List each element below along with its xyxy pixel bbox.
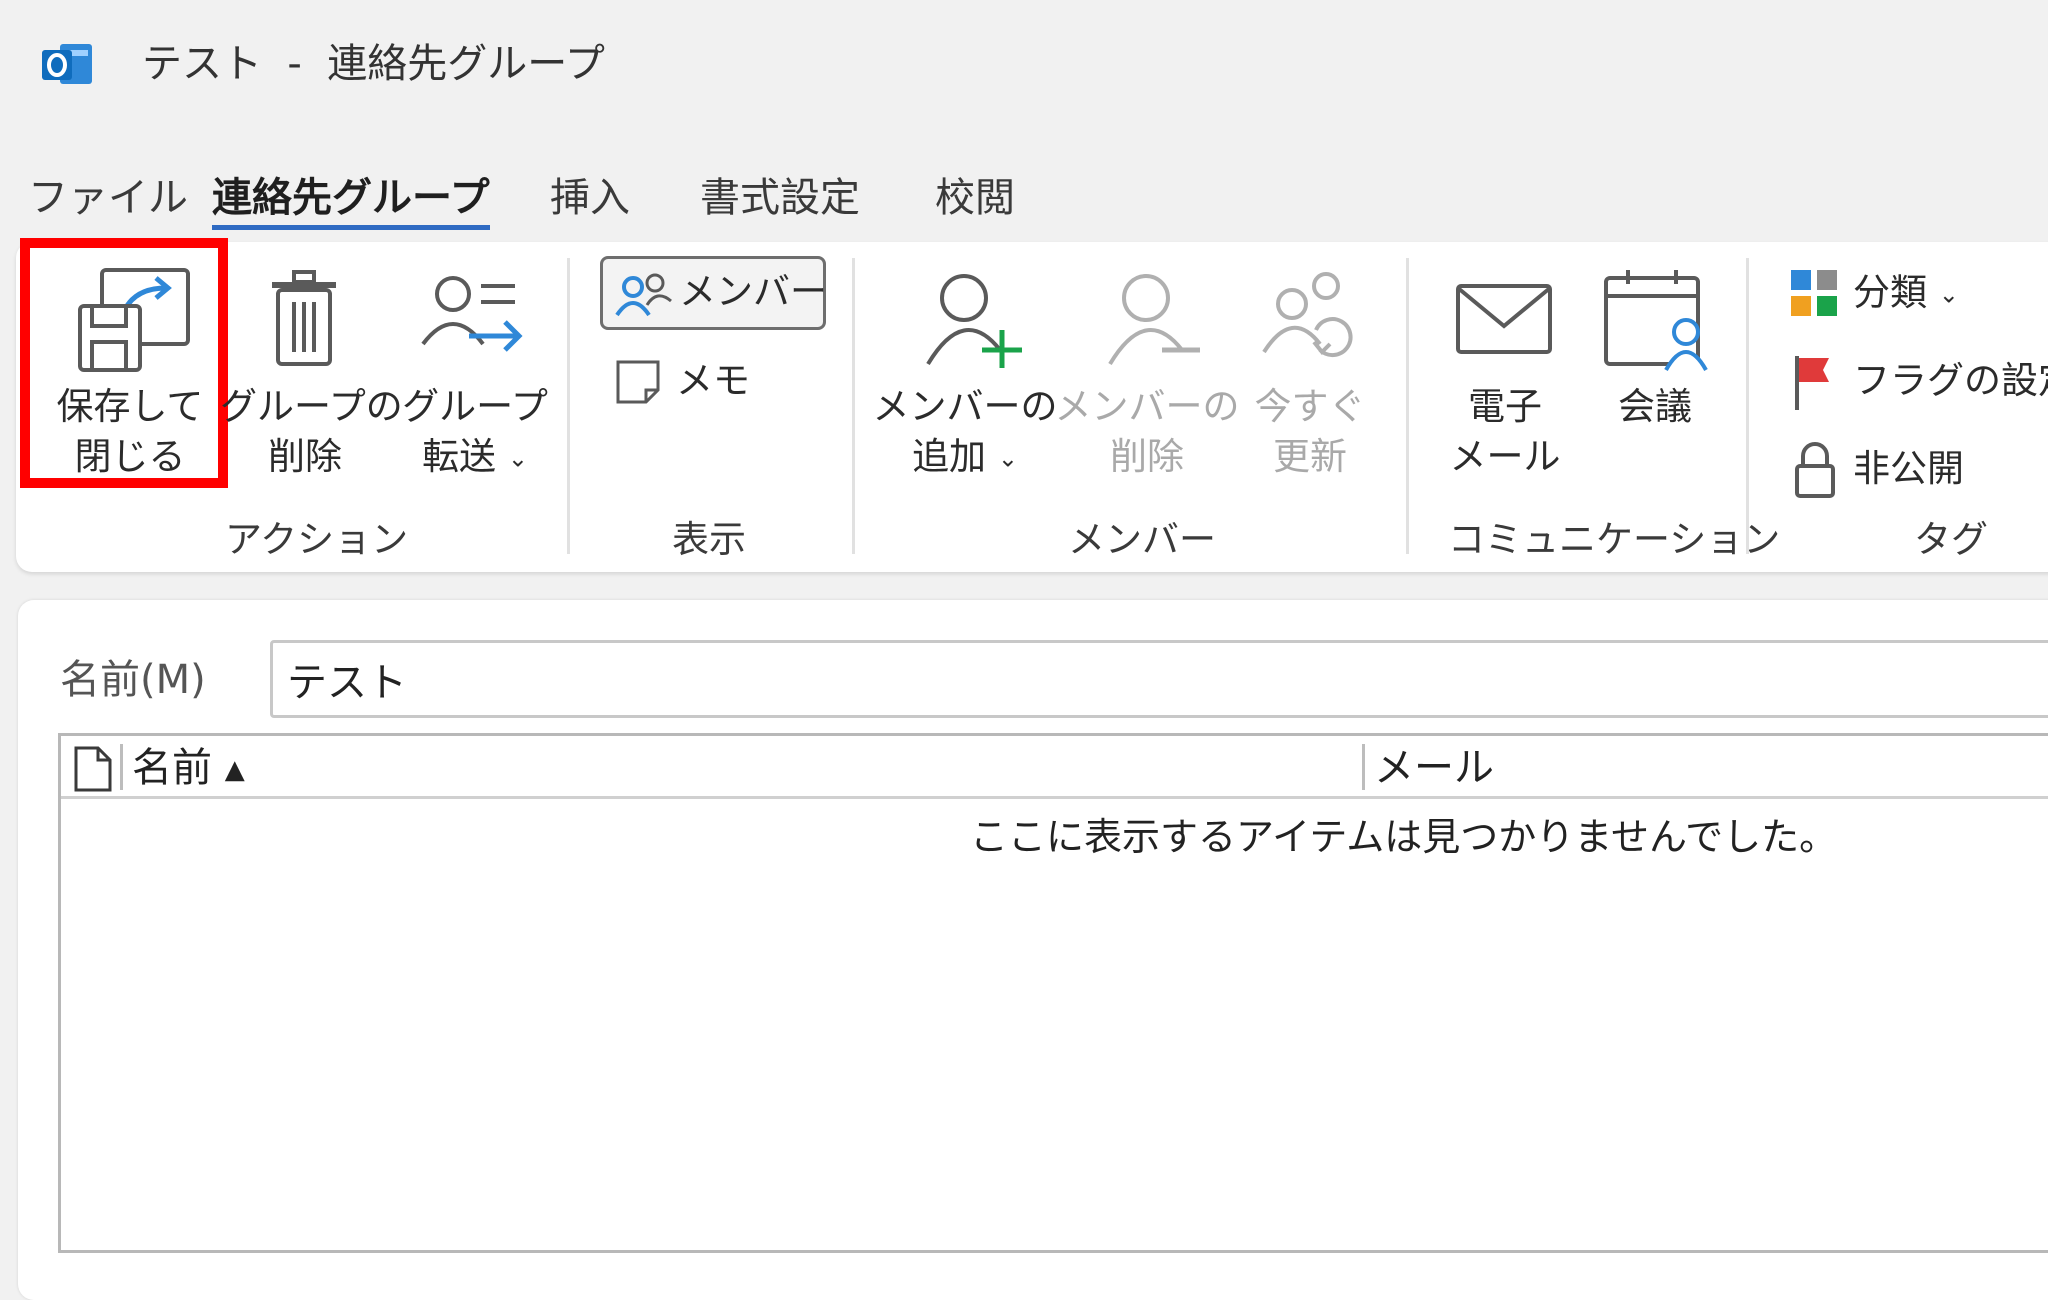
name-field-label: 名前(M) bbox=[60, 657, 206, 703]
notes-button[interactable]: メモ bbox=[608, 350, 758, 414]
flag-icon bbox=[1795, 356, 1829, 410]
tab-review[interactable]: 校閲 bbox=[935, 170, 1015, 226]
sort-ascending-icon: ▲ bbox=[224, 755, 245, 785]
group-name-input[interactable] bbox=[270, 640, 2048, 718]
tab-format-text[interactable]: 書式設定 bbox=[700, 170, 860, 226]
update-now-button: 今すぐ 更新 bbox=[1240, 258, 1380, 478]
tab-file[interactable]: ファイル bbox=[28, 170, 188, 226]
tab-insert[interactable]: 挿入 bbox=[550, 170, 630, 226]
column-separator[interactable] bbox=[1362, 744, 1365, 790]
forward-group-button[interactable]: グループ 転送 ⌄ bbox=[395, 258, 555, 478]
refresh-members-icon bbox=[1262, 272, 1353, 358]
add-members-button[interactable]: メンバーの 追加 ⌄ bbox=[873, 258, 1058, 478]
column-separator bbox=[120, 744, 123, 790]
column-header-name-text: 名前 bbox=[132, 745, 212, 791]
remove-member-label-1: メンバーの bbox=[1054, 385, 1240, 428]
categorize-icon bbox=[1791, 270, 1837, 316]
categorize-button[interactable]: 分類 ⌄ bbox=[1785, 262, 2005, 326]
chevron-down-icon: ⌄ bbox=[1938, 280, 1959, 309]
mail-icon bbox=[1456, 284, 1552, 354]
group-label-show: 表示 bbox=[672, 518, 746, 561]
private-label: 非公開 bbox=[1853, 447, 1964, 490]
delete-group-label-2: 削除 bbox=[268, 435, 342, 478]
delete-group-label-1: グループの bbox=[220, 385, 403, 428]
group-label-tags: タグ bbox=[1914, 518, 1988, 561]
lock-icon bbox=[1795, 442, 1835, 498]
column-header-email[interactable]: メール bbox=[1374, 742, 1494, 794]
note-icon bbox=[616, 360, 660, 404]
remove-member-icon bbox=[1108, 274, 1200, 366]
member-list-header bbox=[61, 736, 2048, 799]
ribbon-separator bbox=[1746, 258, 1749, 554]
empty-list-message: ここに表示するアイテムは見つかりませんでした。 bbox=[970, 815, 1838, 859]
forward-group-label-2-text: 転送 bbox=[422, 435, 497, 478]
members-icon bbox=[615, 273, 672, 317]
meeting-button[interactable]: 会議 bbox=[1590, 258, 1720, 428]
private-button[interactable]: 非公開 bbox=[1785, 438, 2005, 502]
meeting-label: 会議 bbox=[1618, 385, 1692, 428]
tab-contact-group[interactable]: 連絡先グループ bbox=[212, 170, 490, 226]
column-header-name[interactable]: 名前 ▲ bbox=[132, 742, 245, 796]
delete-group-button[interactable]: グループの 削除 bbox=[220, 258, 403, 478]
email-label-2: メール bbox=[1449, 435, 1561, 478]
email-label-1: 電子 bbox=[1468, 385, 1542, 428]
remove-member-label-2: 削除 bbox=[1110, 435, 1184, 478]
document-icon bbox=[74, 746, 112, 792]
update-now-label-2: 更新 bbox=[1273, 435, 1347, 478]
active-tab-indicator bbox=[212, 225, 490, 230]
update-now-label-1: 今すぐ bbox=[1254, 385, 1366, 428]
highlight-annotation bbox=[20, 238, 228, 488]
ribbon-separator bbox=[1406, 258, 1409, 554]
add-members-label-2: 追加 ⌄ bbox=[870, 432, 1060, 484]
email-button[interactable]: 電子 メール bbox=[1440, 258, 1570, 478]
notes-label: メモ bbox=[676, 359, 750, 402]
chevron-down-icon: ⌄ bbox=[997, 444, 1018, 473]
add-members-label-2-text: 追加 bbox=[912, 435, 987, 478]
add-member-icon bbox=[926, 274, 1022, 368]
categorize-label: 分類 ⌄ bbox=[1853, 268, 1959, 320]
follow-up-button[interactable]: フラグの設定 bbox=[1785, 350, 2048, 414]
ribbon-separator bbox=[852, 258, 855, 554]
follow-up-label: フラグの設定 bbox=[1853, 359, 2048, 402]
remove-member-button: メンバーの 削除 bbox=[1055, 258, 1240, 478]
group-label-actions: アクション bbox=[225, 518, 409, 561]
members-view-button[interactable]: メンバー bbox=[600, 256, 827, 330]
group-label-members: メンバー bbox=[1068, 518, 1216, 561]
trash-icon bbox=[272, 270, 336, 366]
forward-group-icon bbox=[421, 276, 523, 352]
window-title: テスト - 連絡先グループ bbox=[142, 41, 605, 87]
ribbon-separator bbox=[567, 258, 570, 554]
categorize-label-text: 分類 bbox=[1853, 271, 1927, 314]
forward-group-label-2: 転送 ⌄ bbox=[395, 432, 555, 484]
forward-group-label-1: グループ bbox=[402, 385, 548, 428]
add-members-label-1: メンバーの bbox=[872, 385, 1058, 428]
chevron-down-icon: ⌄ bbox=[507, 444, 528, 473]
calendar-icon bbox=[1604, 270, 1708, 371]
outlook-app-icon bbox=[42, 42, 94, 88]
group-label-communicate: コミュニケーション bbox=[1448, 518, 1781, 561]
members-view-label: メンバー bbox=[679, 270, 827, 313]
